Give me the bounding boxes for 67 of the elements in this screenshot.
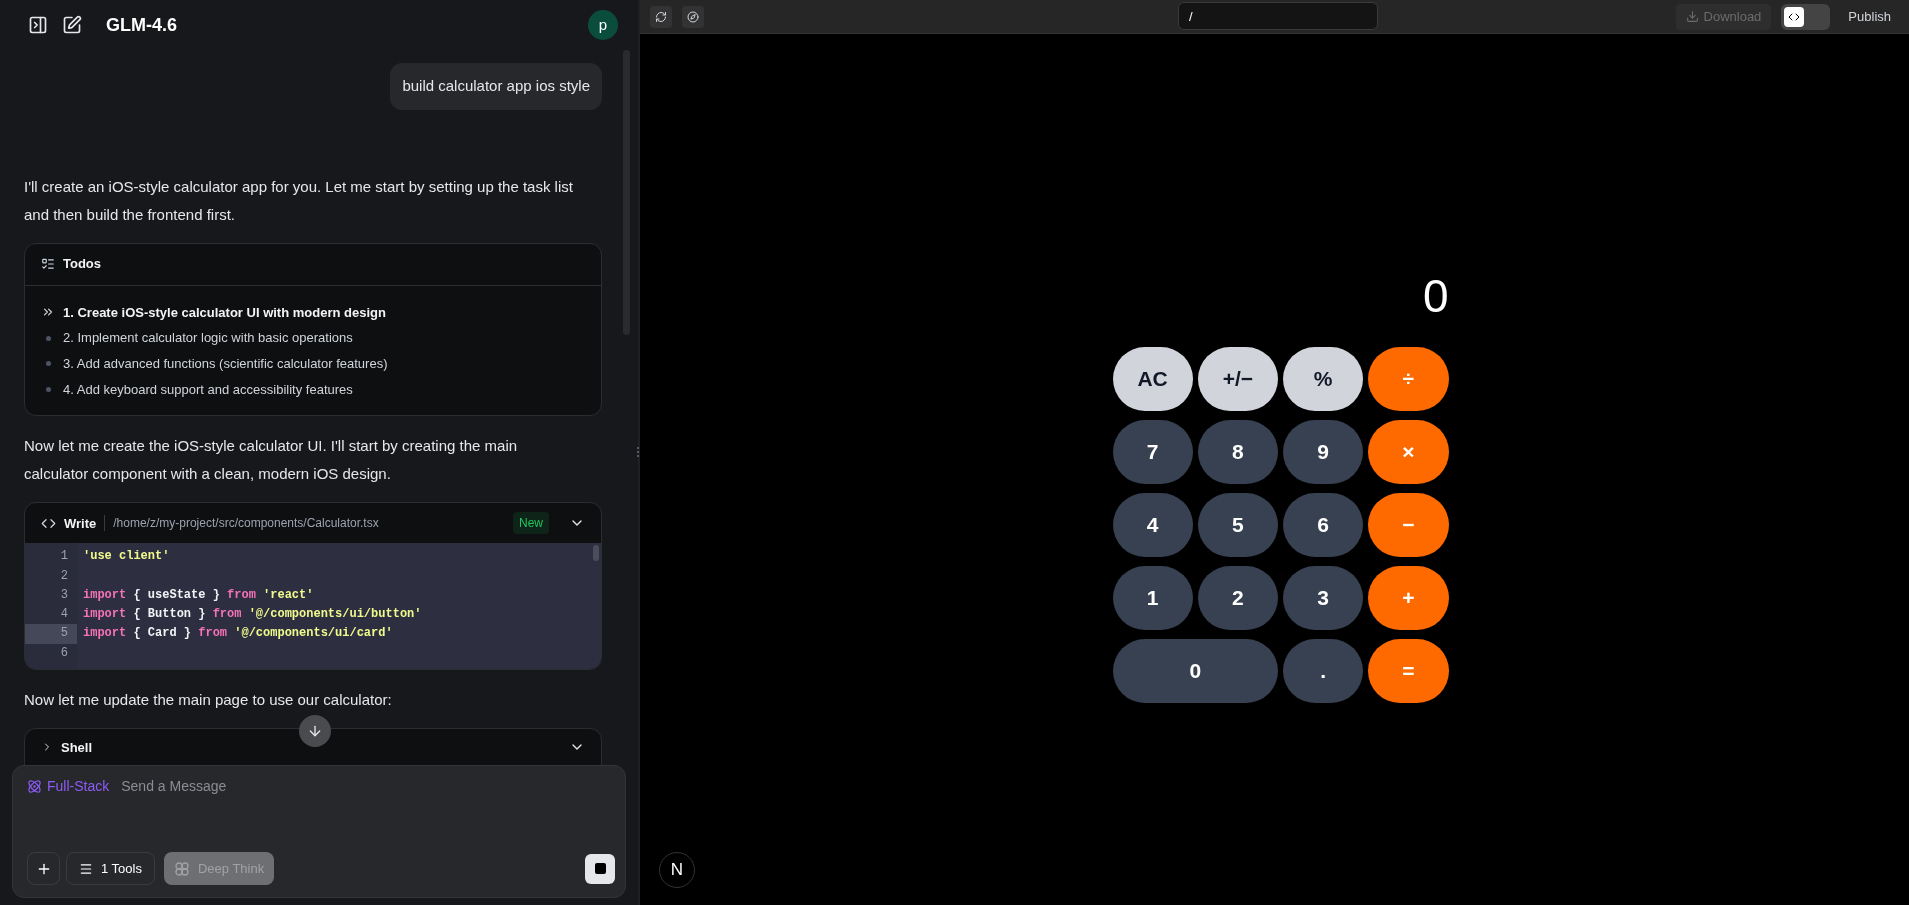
scroll-down-button[interactable] (299, 715, 331, 747)
stop-button[interactable] (585, 853, 615, 884)
scrollbar[interactable] (593, 545, 599, 562)
assistant-message: I'll create an iOS-style calculator app for you. Let me start by setting up the task list and then build the frontend first. (24, 176, 574, 225)
calculator-key[interactable]: 5 (1197, 493, 1278, 557)
bullet-icon (45, 386, 51, 392)
line-number: 2 (59, 567, 69, 585)
compass-icon (687, 10, 699, 23)
new-chat-icon[interactable] (62, 15, 82, 35)
line-number: 3 (59, 586, 69, 604)
bullet-icon (45, 361, 51, 367)
code-line: import { Button } from '@/components/ui/button' (83, 606, 422, 624)
todo-item: 3. Add advanced functions (scientific calculator features) (63, 354, 388, 373)
tools-button[interactable]: 1 Tools (66, 852, 155, 885)
knot-icon (173, 860, 190, 877)
calculator-key[interactable]: . (1283, 639, 1364, 703)
address-field[interactable]: / (1178, 2, 1378, 30)
card-title: Write (64, 514, 97, 533)
calculator-key[interactable]: 7 (1112, 420, 1193, 484)
checklist-icon (41, 257, 55, 271)
code-line: 'use client' (83, 548, 170, 566)
stop-icon (594, 863, 606, 874)
atom-icon (27, 779, 42, 794)
refresh-icon (655, 10, 667, 23)
message-input[interactable]: Send a Message (121, 776, 611, 797)
calculator-key[interactable]: 0 (1112, 639, 1278, 703)
code-line: import { Card } from '@/components/ui/card' (83, 625, 393, 643)
user-avatar[interactable]: p (588, 10, 618, 40)
framework-badge[interactable]: N (659, 852, 695, 888)
line-number: 6 (59, 644, 69, 662)
calculator-key[interactable]: 8 (1197, 420, 1278, 484)
add-button[interactable] (27, 852, 60, 885)
code-view-switch[interactable] (1781, 3, 1831, 30)
calculator-key[interactable]: 3 (1283, 566, 1364, 630)
user-message: build calculator app ios style (390, 63, 602, 110)
compass-button[interactable] (682, 5, 704, 28)
download-icon (1685, 10, 1699, 23)
calculator-key[interactable]: 1 (1112, 566, 1193, 630)
file-path: /home/z/my-project/src/components/Calculator.tsx (113, 515, 379, 533)
assistant-message: Now let me update the main page to use our calculator: (24, 690, 393, 711)
calculator-key[interactable]: +/− (1197, 347, 1278, 411)
sidebar-toggle-icon[interactable] (28, 15, 48, 35)
line-number: 4 (59, 606, 69, 624)
new-badge: New (513, 512, 549, 535)
calculator-key[interactable]: 9 (1283, 420, 1364, 484)
menu-icon (79, 861, 93, 876)
mode-selector[interactable]: Full-Stack (27, 776, 110, 797)
calculator-key[interactable]: 2 (1197, 566, 1278, 630)
card-title: Shell (61, 738, 93, 757)
drag-handle-icon[interactable] (636, 446, 640, 458)
todo-item: 2. Implement calculator logic with basic operations (63, 329, 353, 348)
assistant-message: Now let me create the iOS-style calculator UI. I'll start by creating the main calculator component with a clean, modern iOS design. (24, 436, 519, 485)
refresh-button[interactable] (650, 5, 672, 28)
publish-button[interactable]: Publish (1840, 6, 1899, 27)
line-number: 1 (59, 548, 69, 566)
calculator-key[interactable]: AC (1112, 347, 1193, 411)
calculator-key[interactable]: 6 (1283, 493, 1364, 557)
bullet-icon (45, 335, 51, 341)
line-number: 5 (25, 624, 77, 644)
calculator-display: 0 (1421, 274, 1449, 318)
calculator-key[interactable]: % (1283, 347, 1364, 411)
todo-item: 4. Add keyboard support and accessibility features (63, 380, 353, 399)
calculator-key[interactable]: 4 (1112, 493, 1193, 557)
card-title: Todos (63, 255, 102, 274)
code-line: import { useState } from 'react' (83, 586, 314, 604)
todo-item: 1. Create iOS-style calculator UI with modern design (63, 303, 386, 322)
model-title: GLM-4.6 (106, 13, 177, 37)
